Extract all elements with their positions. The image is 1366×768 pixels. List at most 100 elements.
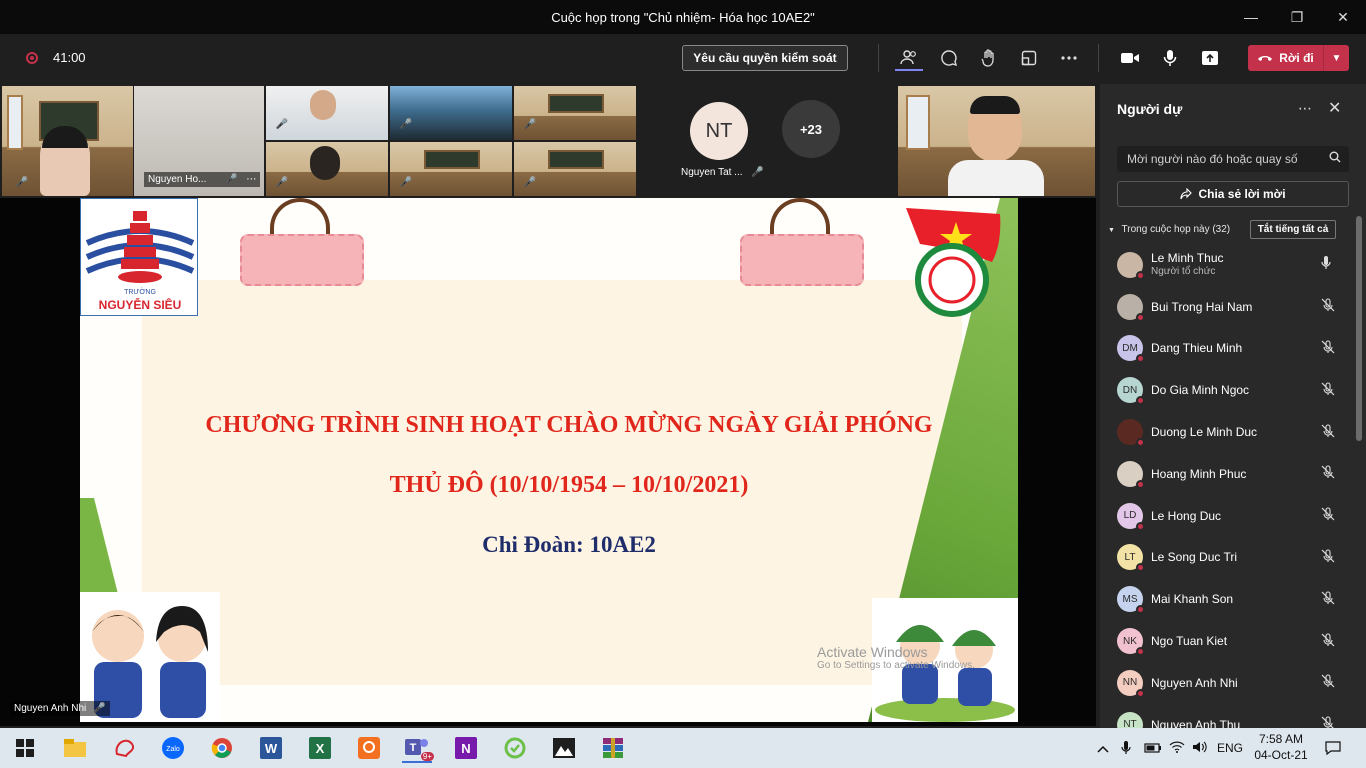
meeting-section-header[interactable]: ▼ Trong cuộc họp này (32) bbox=[1108, 224, 1230, 235]
show-hidden-icons-icon[interactable] bbox=[1097, 741, 1109, 756]
maximize-icon[interactable]: ❐ bbox=[1274, 0, 1320, 34]
mic-off-icon[interactable] bbox=[1321, 298, 1335, 315]
overflow-participants-button[interactable]: +23 bbox=[782, 100, 840, 158]
mic-off-icon[interactable] bbox=[1321, 507, 1335, 524]
participant-name: Duong Le Minh Duc bbox=[1151, 425, 1258, 440]
avatar: LT bbox=[1117, 544, 1145, 573]
participant-row[interactable]: Le Minh Thuc Người tổ chức bbox=[1100, 244, 1356, 286]
avatar: DM bbox=[1117, 335, 1145, 364]
leave-main[interactable]: Rời đi bbox=[1248, 51, 1323, 65]
participant-row[interactable]: DM Dang Thieu Minh bbox=[1100, 328, 1356, 370]
participants-icon[interactable] bbox=[895, 45, 923, 71]
microphone-icon[interactable] bbox=[1156, 45, 1184, 71]
chrome-icon[interactable] bbox=[207, 733, 237, 763]
file-explorer-icon[interactable] bbox=[60, 733, 90, 763]
battery-icon[interactable] bbox=[1144, 741, 1162, 756]
teams-icon[interactable]: T 9+ bbox=[402, 733, 434, 763]
teams-badge: 9+ bbox=[420, 752, 434, 761]
minimize-icon[interactable]: — bbox=[1228, 0, 1274, 34]
taskbar-clock[interactable]: 7:58 AM 04-Oct-21 bbox=[1252, 731, 1310, 763]
panel-scrollbar[interactable] bbox=[1356, 216, 1362, 441]
more-actions-icon[interactable] bbox=[1055, 45, 1083, 71]
rooms-icon[interactable] bbox=[1015, 45, 1043, 71]
chevron-down-icon[interactable]: ▼ bbox=[1323, 45, 1349, 71]
video-tile[interactable]: 🎤 bbox=[514, 142, 636, 196]
mic-off-icon[interactable] bbox=[1321, 674, 1335, 691]
participant-name: Hoang Minh Phuc bbox=[1151, 466, 1247, 481]
tray-microphone-icon[interactable] bbox=[1121, 741, 1131, 758]
participant-row[interactable]: NK Ngo Tuan Kiet bbox=[1100, 620, 1356, 662]
winrar-icon[interactable] bbox=[598, 733, 628, 763]
more-icon[interactable]: ⋯ bbox=[246, 174, 256, 185]
word-icon[interactable]: W bbox=[256, 733, 286, 763]
participant-video bbox=[310, 90, 336, 120]
logo-caption-small: TRƯỜNG bbox=[124, 289, 156, 296]
zalo-icon[interactable]: Zalo bbox=[158, 733, 188, 763]
mic-off-icon[interactable] bbox=[1321, 633, 1335, 650]
toolbar-divider bbox=[1098, 44, 1099, 72]
mic-off-icon[interactable] bbox=[1321, 591, 1335, 608]
video-tile[interactable]: 🎤 bbox=[266, 86, 388, 140]
foxit-pdf-icon[interactable] bbox=[354, 733, 384, 763]
paint-icon[interactable] bbox=[110, 733, 140, 763]
participant-row[interactable]: Bui Trong Hai Nam bbox=[1100, 286, 1356, 328]
mute-all-button[interactable]: Tắt tiếng tất cả bbox=[1250, 220, 1336, 239]
shared-content-stage[interactable]: TRƯỜNG NGUYỄN SIÊU CHƯƠNG TRÌNH SINH HOẠ… bbox=[0, 198, 1096, 726]
onenote-icon[interactable]: N bbox=[451, 733, 481, 763]
wifi-icon[interactable] bbox=[1169, 741, 1185, 756]
leave-button[interactable]: Rời đi ▼ bbox=[1248, 45, 1349, 71]
green-app-icon[interactable] bbox=[500, 733, 530, 763]
participant-row[interactable]: LD Le Hong Duc bbox=[1100, 495, 1356, 537]
avatar: LD bbox=[1117, 502, 1145, 531]
avatar: DN bbox=[1117, 377, 1145, 406]
avatar-initials: NT bbox=[705, 119, 733, 142]
request-control-button[interactable]: Yêu cầu quyền kiểm soát bbox=[682, 45, 848, 71]
video-tile[interactable]: 🎤 bbox=[514, 86, 636, 140]
svg-text:Zalo: Zalo bbox=[166, 746, 180, 753]
participant-row[interactable]: LT Le Song Duc Tri bbox=[1100, 537, 1356, 579]
mic-off-icon[interactable] bbox=[1321, 382, 1335, 399]
video-background bbox=[548, 93, 605, 113]
avatar-initials: LD bbox=[1123, 510, 1137, 522]
video-tile[interactable]: 🎤 bbox=[390, 86, 512, 140]
participant-row[interactable]: Hoang Minh Phuc bbox=[1100, 453, 1356, 495]
invite-search-input[interactable]: Mời người nào đó hoặc quay số bbox=[1117, 146, 1349, 172]
video-tile[interactable]: 🎤 bbox=[266, 142, 388, 196]
mic-off-icon[interactable] bbox=[1321, 424, 1335, 441]
excel-icon[interactable]: X bbox=[305, 733, 335, 763]
participant-name: Le Minh Thuc bbox=[1151, 251, 1224, 265]
toolbar-divider bbox=[878, 44, 879, 72]
participant-row[interactable]: NN Nguyen Anh Nhi bbox=[1100, 662, 1356, 704]
participant-name: Le Song Duc Tri bbox=[1151, 550, 1238, 565]
notifications-icon[interactable] bbox=[1325, 741, 1341, 758]
chat-icon[interactable] bbox=[935, 45, 963, 71]
participant-name-tag: Nguyen Ho... 🎤 ⋯ bbox=[144, 172, 261, 187]
microphone-icon[interactable] bbox=[1321, 256, 1331, 273]
video-tile[interactable]: 🎤 bbox=[2, 86, 133, 196]
mic-off-icon[interactable] bbox=[1321, 340, 1335, 357]
bag-decoration bbox=[740, 198, 864, 288]
close-icon[interactable]: ✕ bbox=[1320, 0, 1366, 34]
mic-off-icon[interactable] bbox=[1321, 549, 1335, 566]
language-indicator[interactable]: ENG bbox=[1217, 741, 1243, 755]
video-tile[interactable]: Nguyen Ho... 🎤 ⋯ bbox=[134, 86, 264, 196]
close-panel-icon[interactable]: ✕ bbox=[1328, 98, 1341, 118]
mic-off-icon[interactable] bbox=[1321, 465, 1335, 482]
participant-row[interactable]: DN Do Gia Minh Ngoc bbox=[1100, 369, 1356, 411]
camera-icon[interactable] bbox=[1116, 45, 1144, 71]
participant-row[interactable]: Duong Le Minh Duc bbox=[1100, 411, 1356, 453]
share-invite-button[interactable]: Chia sẻ lời mời bbox=[1117, 181, 1349, 207]
participants-panel: Người dự ⋯ ✕ Mời người nào đó hoặc quay … bbox=[1100, 84, 1366, 740]
share-screen-icon[interactable] bbox=[1196, 45, 1224, 71]
overflow-count: +23 bbox=[799, 121, 823, 137]
photos-icon[interactable] bbox=[549, 733, 579, 763]
raise-hand-icon[interactable] bbox=[975, 45, 1003, 71]
video-tile[interactable]: 🎤 bbox=[390, 142, 512, 196]
participant-row[interactable]: MS Mai Khanh Son bbox=[1100, 578, 1356, 620]
more-options-icon[interactable]: ⋯ bbox=[1298, 100, 1312, 117]
windows-start-icon[interactable] bbox=[10, 733, 40, 763]
mic-off-icon: 🎤 bbox=[93, 703, 106, 714]
volume-icon[interactable] bbox=[1192, 741, 1208, 756]
video-tile[interactable] bbox=[898, 86, 1095, 196]
avatar[interactable]: NT bbox=[690, 102, 748, 160]
